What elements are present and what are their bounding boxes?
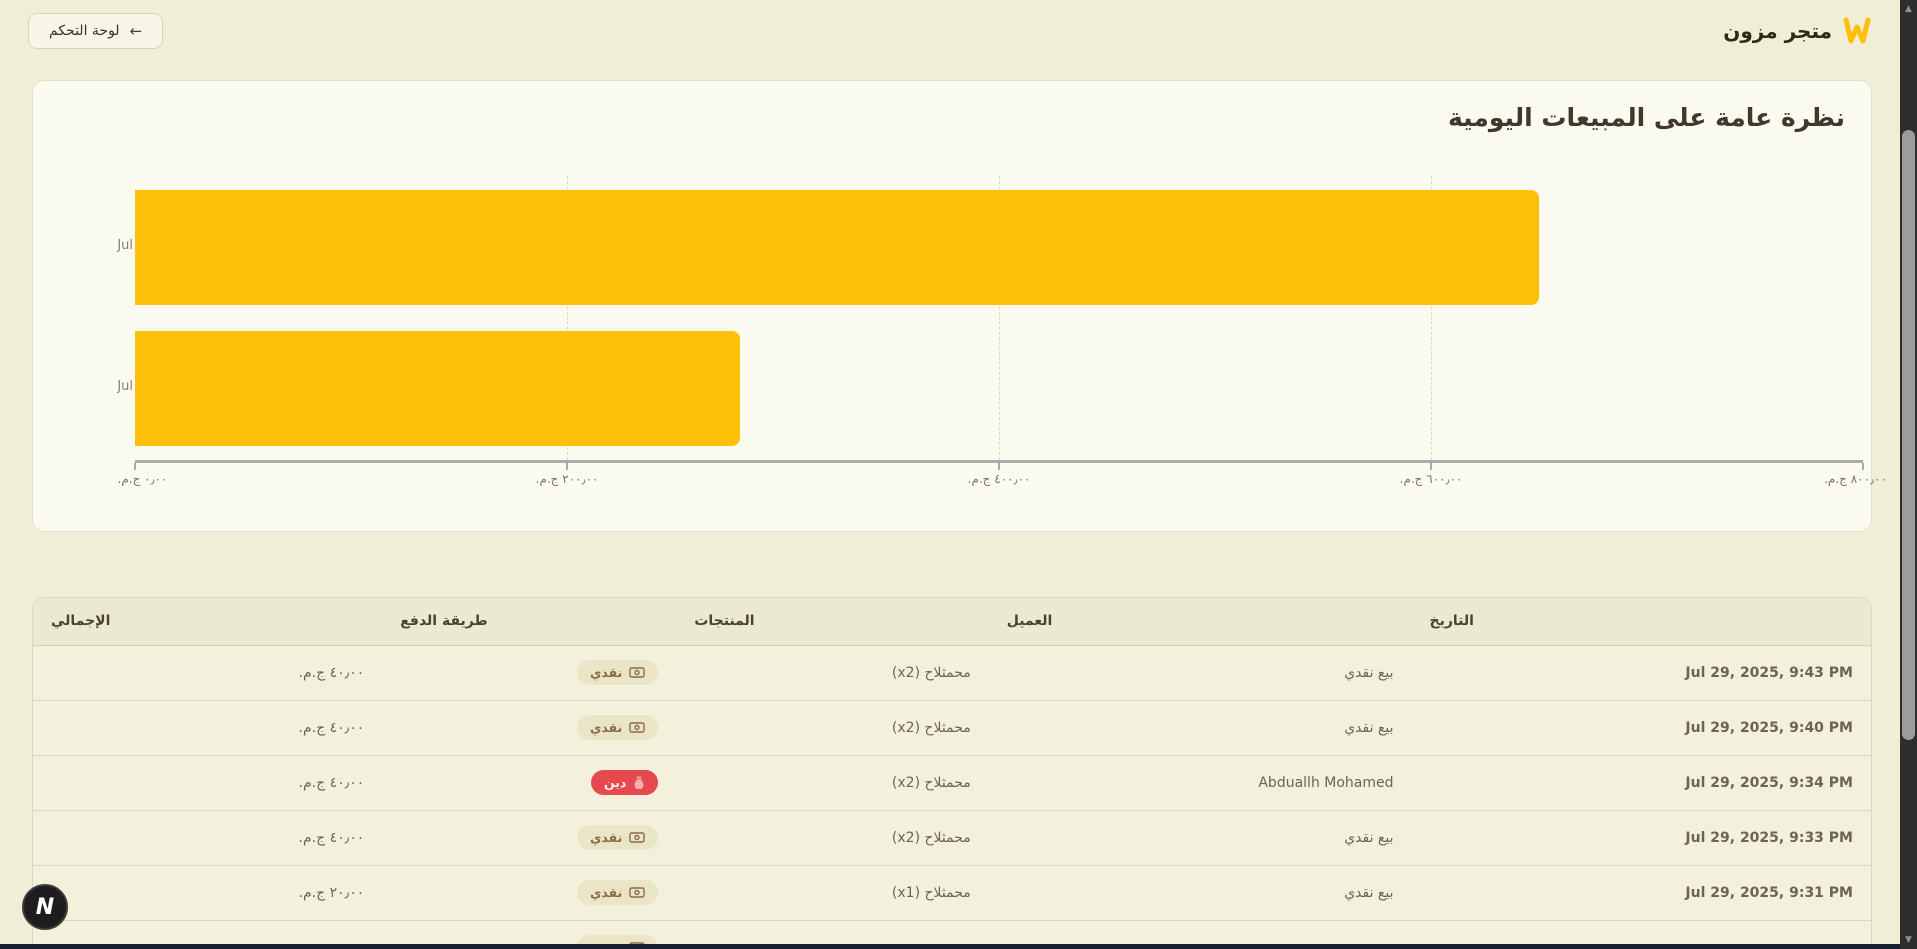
payment-badge-label: نقدي [590,720,622,735]
chart-title: نظرة عامة على المبيعات اليومية [1448,103,1845,132]
scrollbar-up-arrow-icon[interactable]: ▲ [1900,2,1917,16]
chart-bar[interactable] [135,190,1539,305]
cell-products: محمثلاح (x1) [676,865,988,920]
table-row: Jul 29, 2025, 9:31 PM بيع نقدي محمثلاح (… [33,865,1871,920]
payment-badge: نقدي [577,880,658,905]
cell-date: Jul 29, 2025, 9:34 PM [1412,755,1872,810]
brand: متجر مزون [1723,17,1872,45]
cell-customer: Abduallh Mohamed [989,755,1412,810]
payment-badge-label: دين [604,775,626,790]
header-total: الإجمالي [33,598,382,645]
y-axis-label: Jul [95,379,133,394]
banknote-icon [629,831,645,844]
cell-payment: نقدي [382,865,676,920]
store-logo-icon [1842,17,1872,45]
cell-payment: نقدي [382,810,676,865]
cell-customer: بيع نقدي [989,700,1412,755]
cell-total: ٤٠٫٠٠ ج.م. [33,755,382,810]
cell-date: Jul 29, 2025, 9:40 PM [1412,700,1872,755]
x-tick-label: ٠٫٠٠ ج.م. [118,472,168,486]
y-axis-label: Jul [95,238,133,253]
topbar: متجر مزون ← لوحة التحكم [0,0,1900,62]
payment-badge: نقدي [577,660,658,685]
cell-products: محمثلاح (x2) [676,645,988,700]
cell-payment: دين [382,755,676,810]
dashboard-button[interactable]: ← لوحة التحكم [28,13,163,49]
header-date: التاريخ [1412,598,1872,645]
cell-products: محمثلاح (x2) [676,700,988,755]
payment-badge: دين [591,770,658,795]
cell-total: ٤٠٫٠٠ ج.م. [33,700,382,755]
chart-bar[interactable] [135,331,740,446]
back-arrow-icon: ← [130,22,143,40]
x-tick-mark [1430,463,1432,470]
cell-total: ٢٠٫٠٠ ج.م. [33,865,382,920]
cell-customer: بيع نقدي [989,645,1412,700]
sales-table: التاريخ العميل المنتجات طريقة الدفع الإج… [33,598,1871,949]
bottom-strip [0,944,1917,949]
cell-customer: بيع نقدي [989,810,1412,865]
x-tick-label: ٨٠٠٫٠٠ ج.م. [1824,472,1887,486]
x-tick-mark [566,463,568,470]
table-row: Jul 29, 2025, 9:34 PM Abduallh Mohamed م… [33,755,1871,810]
cell-products: محمثلاح (x2) [676,810,988,865]
cell-date: Jul 29, 2025, 9:31 PM [1412,865,1872,920]
x-tick-label: ٤٠٠٫٠٠ ج.م. [968,472,1031,486]
header-payment: طريقة الدفع [382,598,676,645]
table-row: Jul 29, 2025, 9:33 PM بيع نقدي محمثلاح (… [33,810,1871,865]
payment-badge-label: نقدي [590,885,622,900]
nextjs-dev-badge[interactable]: N [22,884,68,930]
cell-total: ٤٠٫٠٠ ج.م. [33,810,382,865]
scrollbar-thumb[interactable] [1902,130,1915,740]
x-tick-label: ٦٠٠٫٠٠ ج.م. [1400,472,1463,486]
sales-table-card: التاريخ العميل المنتجات طريقة الدفع الإج… [32,597,1872,949]
payment-badge: نقدي [577,825,658,850]
dashboard-button-label: لوحة التحكم [49,23,120,39]
banknote-icon [629,721,645,734]
x-tick-mark [134,463,136,470]
daily-sales-chart-card: نظرة عامة على المبيعات اليومية Jul Jul ٠… [32,80,1872,532]
cell-date: Jul 29, 2025, 9:33 PM [1412,810,1872,865]
cell-date: Jul 29, 2025, 9:43 PM [1412,645,1872,700]
payment-badge: نقدي [577,715,658,740]
payment-badge-label: نقدي [590,830,622,845]
cell-payment: نقدي [382,700,676,755]
banknote-icon [629,886,645,899]
x-tick-label: ٢٠٠٫٠٠ ج.م. [536,472,599,486]
cell-customer: بيع نقدي [989,865,1412,920]
table-row: Jul 29, 2025, 9:40 PM بيع نقدي محمثلاح (… [33,700,1871,755]
cell-payment: نقدي [382,645,676,700]
scrollbar-down-arrow-icon[interactable]: ▼ [1900,933,1917,947]
x-axis-labels: ٠٫٠٠ ج.م.٢٠٠٫٠٠ ج.م.٤٠٠٫٠٠ ج.م.٦٠٠٫٠٠ ج.… [135,472,1863,492]
banknote-icon [629,666,645,679]
x-tick-mark [1862,463,1864,470]
x-tick-mark [998,463,1000,470]
x-axis-line [135,460,1863,463]
header-customer: العميل [989,598,1412,645]
store-title: متجر مزون [1723,19,1832,43]
bar-chart-plot-area [135,176,1863,460]
payment-badge-label: نقدي [590,665,622,680]
header-products: المنتجات [676,598,988,645]
sales-table-body: Jul 29, 2025, 9:43 PM بيع نقدي محمثلاح (… [33,645,1871,949]
debt-icon [633,776,645,789]
table-row: Jul 29, 2025, 9:43 PM بيع نقدي محمثلاح (… [33,645,1871,700]
vertical-scrollbar[interactable]: ▲ ▼ [1900,0,1917,949]
cell-products: محمثلاح (x2) [676,755,988,810]
cell-total: ٤٠٫٠٠ ج.م. [33,645,382,700]
table-header-row: التاريخ العميل المنتجات طريقة الدفع الإج… [33,598,1871,645]
